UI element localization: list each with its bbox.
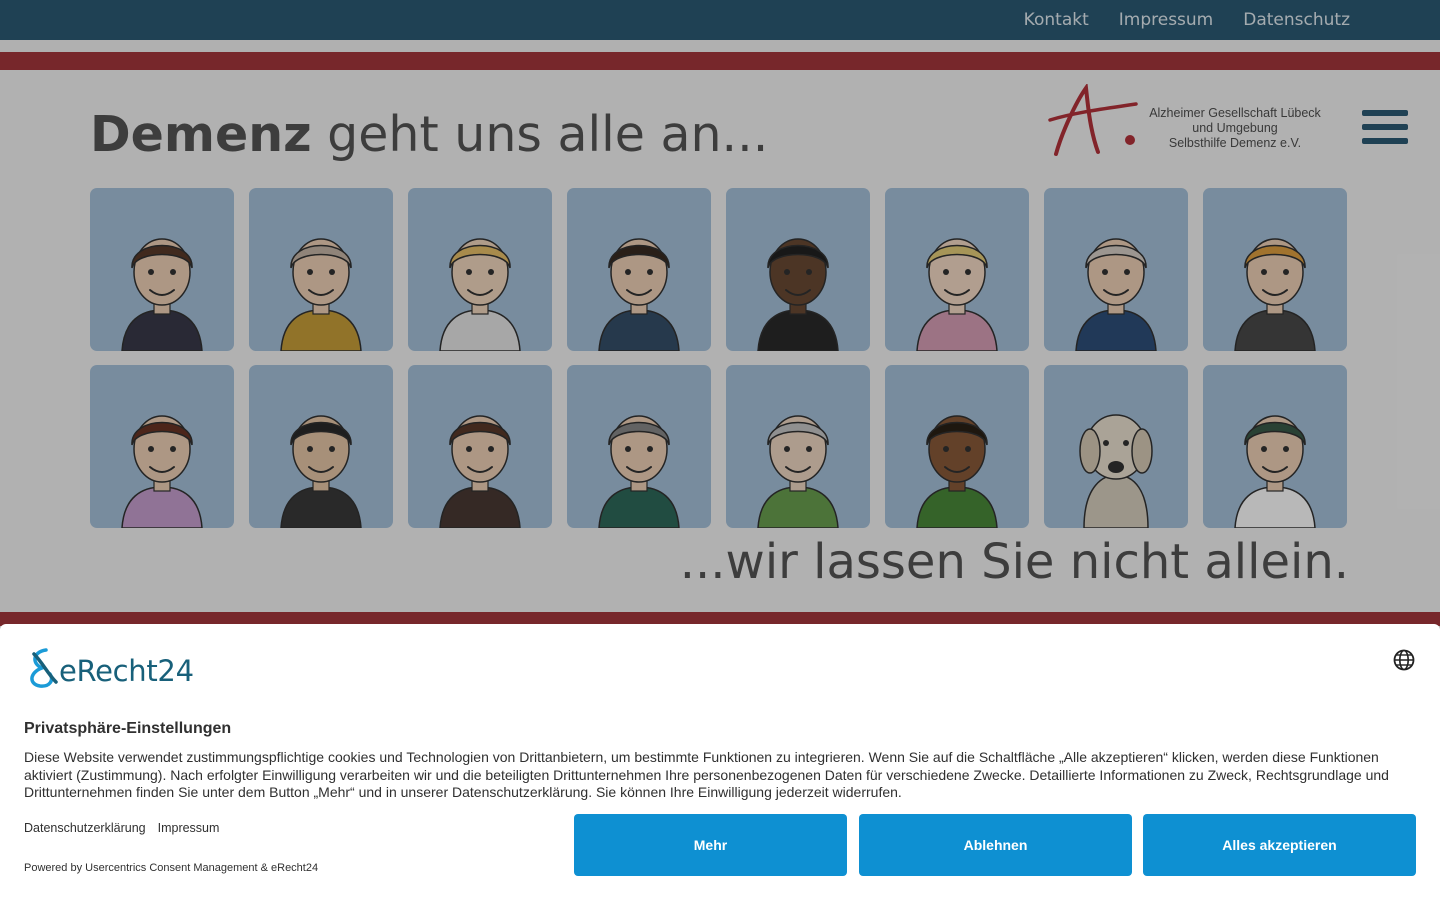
- consent-text: Diese Website verwendet zustimmungspflic…: [24, 749, 1389, 800]
- consent-title: Privatsphäre-Einstellungen: [24, 720, 232, 737]
- accept-all-button[interactable]: Alles akzeptieren: [1143, 814, 1416, 876]
- brand-name: eRecht24: [59, 654, 194, 688]
- consent-links: Datenschutzerklärung Impressum: [24, 821, 219, 835]
- decline-button[interactable]: Ablehnen: [859, 814, 1132, 876]
- more-button[interactable]: Mehr: [574, 814, 847, 876]
- powered-by: Powered by Usercentrics Consent Manageme…: [24, 862, 319, 874]
- globe-icon[interactable]: [1393, 649, 1415, 671]
- imprint-link[interactable]: Impressum: [158, 821, 220, 835]
- privacy-link[interactable]: Datenschutzerklärung: [24, 821, 146, 835]
